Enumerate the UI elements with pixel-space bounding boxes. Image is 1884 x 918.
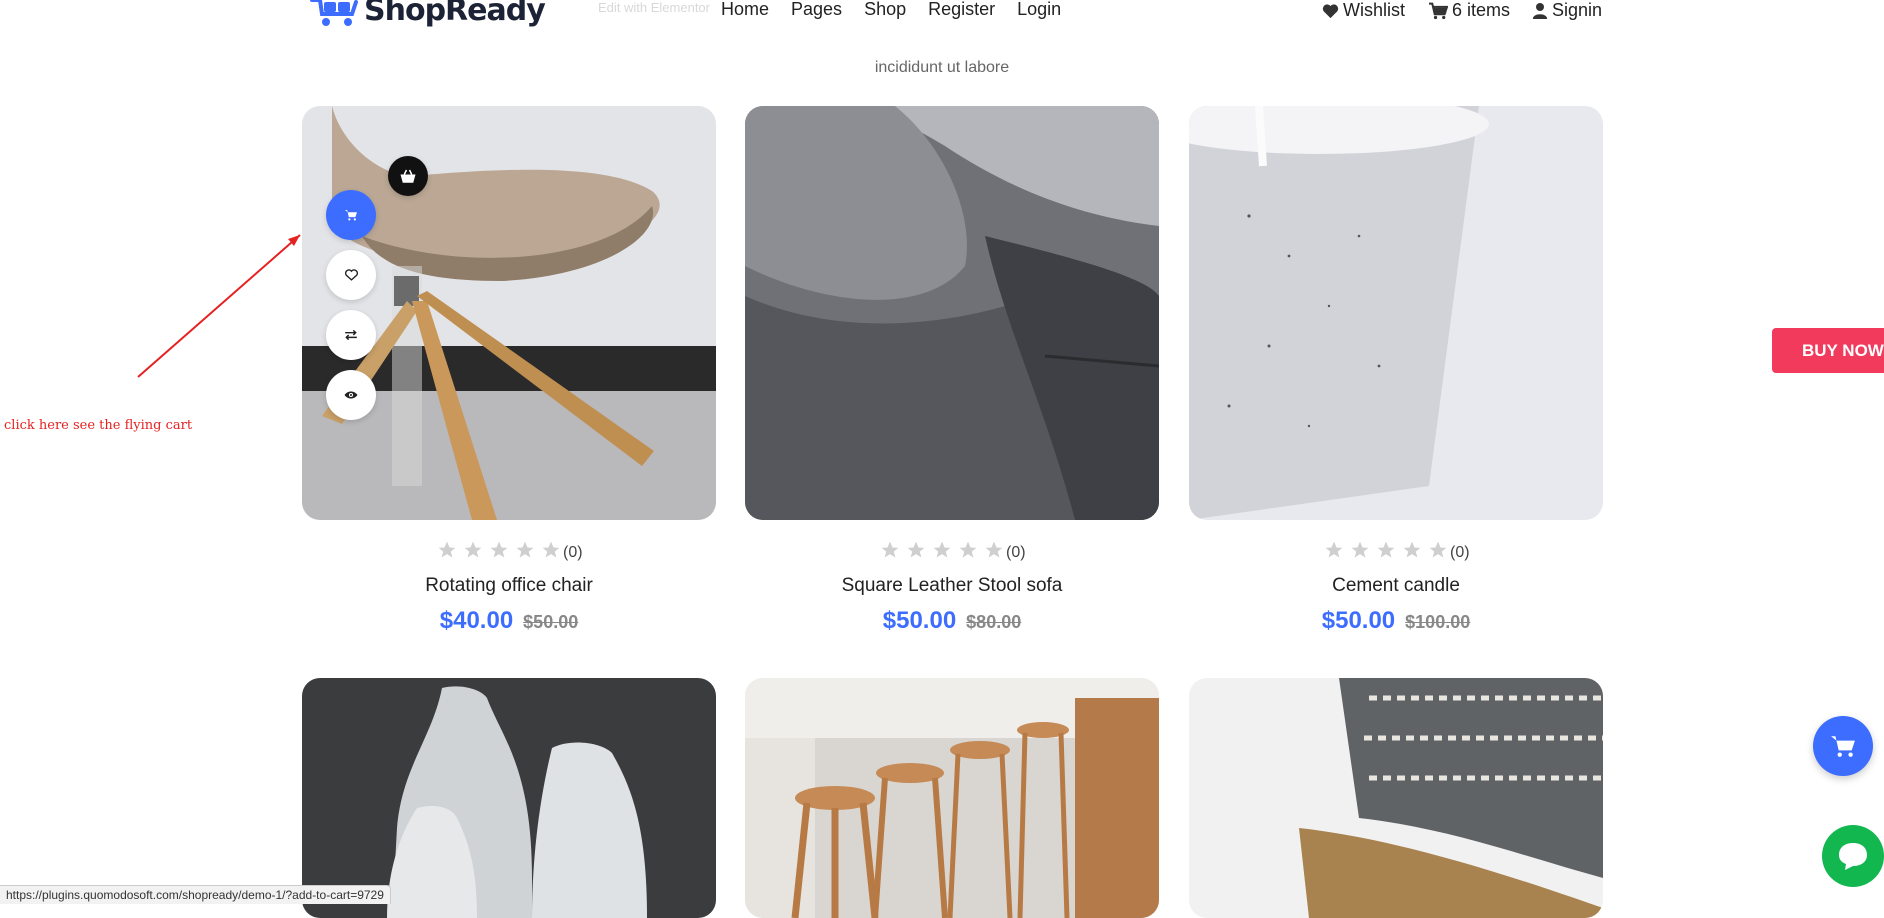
- wishlist-label: Wishlist: [1343, 0, 1405, 20]
- product-name-candle[interactable]: Cement candle: [1189, 575, 1603, 597]
- nav-home[interactable]: Home: [721, 0, 769, 18]
- main-nav: Home Pages Shop Register Login: [721, 0, 1083, 18]
- status-bar-url: https://plugins.quomodosoft.com/shopread…: [0, 885, 391, 904]
- user-icon: [1532, 2, 1548, 19]
- review-count: (0): [563, 543, 583, 561]
- sale-price: $40.00: [439, 607, 514, 634]
- brand-name: ShopReady: [364, 0, 546, 28]
- nav-login[interactable]: Login: [1017, 0, 1061, 18]
- star-icon: [984, 540, 1006, 565]
- basket-icon: [400, 169, 416, 183]
- compare-icon: [345, 329, 357, 341]
- product-name-sofa[interactable]: Square Leather Stool sofa: [745, 575, 1159, 597]
- star-icon: [541, 540, 563, 565]
- eye-icon: [344, 391, 358, 399]
- star-icon: [437, 540, 463, 565]
- quick-view-button[interactable]: [326, 370, 376, 420]
- cart-count: 6 items: [1452, 0, 1511, 20]
- product-rating-chair: (0): [437, 540, 583, 565]
- nav-register[interactable]: Register: [928, 0, 995, 18]
- annotation-arrow: [137, 234, 301, 378]
- section-description: incididunt ut labore: [874, 59, 1010, 76]
- review-count: (0): [1006, 543, 1026, 561]
- review-count: (0): [1450, 543, 1470, 561]
- add-to-cart-button[interactable]: [326, 190, 376, 240]
- chat-button[interactable]: [1822, 825, 1884, 887]
- product-name-chair[interactable]: Rotating office chair: [302, 575, 716, 597]
- logo-cart-icon: [310, 0, 358, 26]
- cart-icon: [1831, 736, 1855, 757]
- product-price-chair: $40.00 $50.00: [302, 607, 716, 635]
- flying-cart-button[interactable]: [1813, 716, 1873, 776]
- wishlist-button[interactable]: [326, 250, 376, 300]
- product-rating-sofa: (0): [880, 540, 1026, 565]
- regular-price: $80.00: [966, 612, 1022, 632]
- product-rating-candle: (0): [1324, 540, 1470, 565]
- product-price-sofa: $50.00 $80.00: [745, 607, 1159, 635]
- star-icon: [489, 540, 515, 565]
- star-icon: [1402, 540, 1428, 565]
- star-icon: [958, 540, 984, 565]
- star-icon: [1350, 540, 1376, 565]
- nav-pages[interactable]: Pages: [791, 0, 842, 18]
- annotation-text: click here see the flying cart: [4, 418, 193, 433]
- star-icon: [1376, 540, 1402, 565]
- sale-price: $50.00: [1321, 607, 1396, 634]
- star-icon: [906, 540, 932, 565]
- sale-price: $50.00: [882, 607, 957, 634]
- star-icon: [515, 540, 541, 565]
- cart-link[interactable]: 6 items: [1428, 0, 1510, 21]
- star-icon: [932, 540, 958, 565]
- regular-price: $100.00: [1405, 612, 1471, 632]
- site-header: ShopReady Edit with Elementor Home Pages…: [0, 0, 1884, 40]
- product-image-vases[interactable]: [302, 678, 716, 918]
- nav-shop[interactable]: Shop: [864, 0, 906, 18]
- star-icon: [1428, 540, 1450, 565]
- signin-label: Signin: [1552, 0, 1603, 20]
- heart-icon: [1322, 3, 1339, 18]
- cart-icon: [345, 210, 357, 221]
- heart-icon: [344, 269, 358, 281]
- product-image-pillow[interactable]: [1189, 678, 1603, 918]
- product-image-sofa[interactable]: [745, 106, 1159, 520]
- signin-link[interactable]: Signin: [1532, 0, 1602, 21]
- basket-button[interactable]: [388, 156, 428, 196]
- chat-bubble-icon: [1839, 843, 1867, 870]
- cart-icon: [1429, 2, 1448, 19]
- star-icon: [463, 540, 489, 565]
- product-price-candle: $50.00 $100.00: [1189, 607, 1603, 635]
- product-image-stools[interactable]: [745, 678, 1159, 918]
- logo[interactable]: ShopReady: [308, 0, 546, 28]
- buy-now-button[interactable]: BUY NOW: [1772, 328, 1884, 373]
- product-image-candle[interactable]: [1189, 106, 1603, 520]
- edit-with-elementor-link[interactable]: Edit with Elementor: [598, 0, 710, 15]
- star-icon: [880, 540, 906, 565]
- regular-price: $50.00: [523, 612, 579, 632]
- wishlist-link[interactable]: Wishlist: [1322, 0, 1405, 21]
- compare-button[interactable]: [326, 310, 376, 360]
- star-icon: [1324, 540, 1350, 565]
